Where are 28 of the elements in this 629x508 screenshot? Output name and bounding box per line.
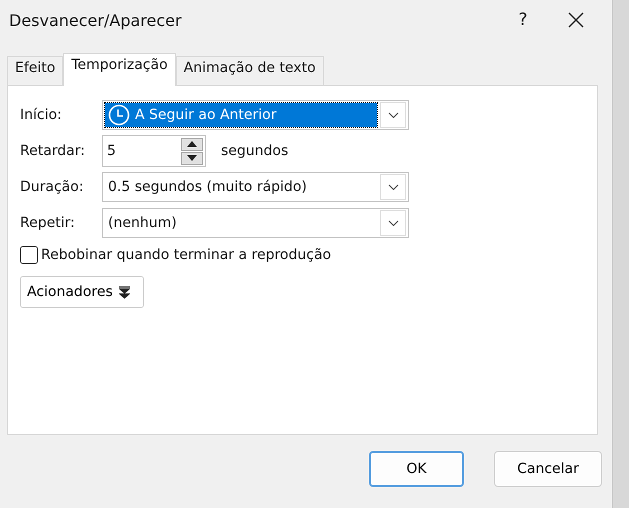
checkbox[interactable]	[20, 246, 38, 264]
dropdown-value: (nenhum)	[108, 215, 177, 231]
unit-label: segundos	[221, 143, 288, 159]
dropdown[interactable]: A Seguir ao Anterior	[102, 100, 409, 130]
help-button[interactable]: ?	[508, 10, 538, 30]
dropdown-value: 0.5 segundos (muito rápido)	[108, 179, 307, 195]
double-chevron-down-icon	[118, 286, 130, 298]
dropdown-value: A Seguir ao Anterior	[135, 107, 276, 123]
dialog-button[interactable]: Cancelar	[494, 451, 602, 487]
chevron-down-icon	[388, 112, 398, 118]
tab[interactable]: Animação de texto	[176, 56, 324, 85]
window-title: Desvanecer/Aparecer	[9, 10, 183, 30]
field-label: Início:	[20, 107, 63, 123]
field-label: Duração:	[20, 179, 85, 195]
dropdown[interactable]: (nenhum)	[102, 208, 409, 238]
dialog-button[interactable]: OK	[369, 451, 464, 487]
tab[interactable]: Temporização	[63, 53, 176, 86]
tab[interactable]: Efeito	[7, 56, 64, 85]
chevron-down-icon	[388, 220, 398, 226]
dropdown[interactable]: 0.5 segundos (muito rápido)	[102, 172, 409, 202]
checkbox-label: Rebobinar quando terminar a reprodução	[41, 247, 332, 263]
clock-icon	[108, 104, 130, 126]
close-icon[interactable]	[568, 12, 584, 28]
number-field[interactable]: 5	[102, 135, 206, 167]
field-label: Retardar:	[20, 143, 86, 159]
chevron-down-icon	[388, 184, 398, 190]
field-label: Repetir:	[20, 215, 76, 231]
triggers-button[interactable]: Acionadores	[20, 276, 144, 308]
